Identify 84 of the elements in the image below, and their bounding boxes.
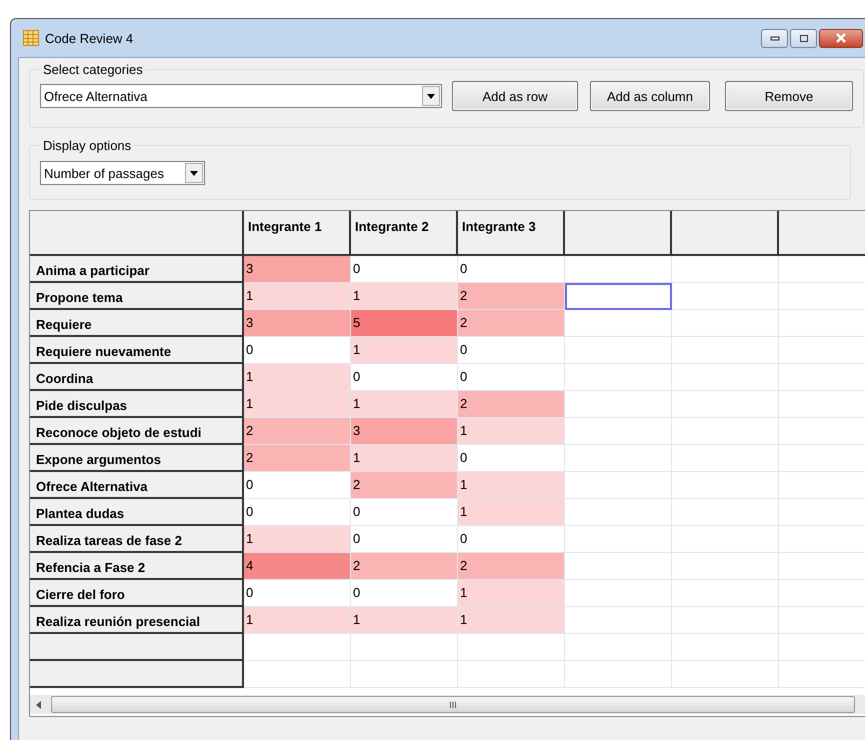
row-header[interactable]: Requiere [30,310,244,337]
close-button[interactable] [819,28,863,48]
table-cell: 0 [458,526,565,553]
table-cell: 1 [351,391,458,418]
maximize-icon [798,34,808,42]
row-header[interactable]: Ofrece Alternativa [30,472,244,499]
column-header[interactable] [672,211,779,256]
table-cell: 0 [244,499,351,526]
table-cell: 0 [351,526,458,553]
display-dropdown[interactable]: Number of passages [40,161,205,185]
table-cell: 0 [244,337,351,364]
dropdown-arrow-icon [190,170,198,176]
table-cell: 0 [244,472,351,499]
close-icon [835,33,847,43]
table-cell: 0 [458,445,565,472]
group-label: Display options [42,138,132,153]
table-cell: 2 [458,553,565,580]
table-cell: 2 [244,445,351,472]
table-cell: 1 [244,283,351,310]
table-cell: 0 [351,499,458,526]
row-header[interactable]: Realiza reunión presencial [30,607,244,634]
column-header[interactable]: Integrante 2 [351,211,458,256]
table-cell: 1 [458,499,565,526]
row-header[interactable]: Realiza tareas de fase 2 [30,526,244,553]
table-cell: 3 [351,418,458,445]
group-label: Select categories [42,62,144,77]
minimize-button[interactable] [761,28,788,48]
table-cell: 1 [458,607,565,634]
horizontal-scrollbar[interactable]: III [30,695,865,714]
table-cell: 1 [244,607,351,634]
table-cell: 1 [244,526,351,553]
maximize-button[interactable] [790,28,817,48]
table-cell: 3 [244,310,351,337]
table-cell: 1 [351,283,458,310]
table-cell: 2 [458,310,565,337]
table-cell: 1 [458,472,565,499]
row-header[interactable]: Requiere nuevamente [30,337,244,364]
table-cell: 0 [351,256,458,283]
table-cell: 0 [458,256,565,283]
table-cell: 2 [351,472,458,499]
table-cell: 0 [244,580,351,607]
action-button[interactable]: Add as column [590,81,710,111]
row-header[interactable]: Anima a participar [30,256,244,283]
table-cell: 1 [351,337,458,364]
window-title: Code Review 4 [45,30,134,46]
table-cell: 5 [351,310,458,337]
table-cell: 2 [458,391,565,418]
category-dropdown[interactable]: Ofrece Alternativa [40,84,442,108]
table-cell: 1 [351,445,458,472]
action-button[interactable]: Add as row [452,81,578,111]
row-header[interactable]: Propone tema [30,283,244,310]
row-header[interactable] [30,634,244,661]
table-cell: 0 [458,337,565,364]
table-cell: 1 [458,418,565,445]
table-cell: 1 [351,607,458,634]
dropdown-arrow-icon [427,94,435,98]
row-header[interactable]: Plantea dudas [30,499,244,526]
table-cell: 2 [458,283,565,310]
table-cell: 1 [458,580,565,607]
row-header[interactable]: Cierre del foro [30,580,244,607]
row-header[interactable] [30,661,244,688]
column-header[interactable]: Integrante 3 [458,211,565,256]
column-header[interactable] [779,211,865,256]
table-cell: 2 [244,418,351,445]
table-cell: 1 [244,391,351,418]
table-cell: 0 [458,364,565,391]
table-cell: 2 [351,553,458,580]
table-icon [23,30,39,46]
row-header[interactable]: Coordina [30,364,244,391]
table-cell: 0 [351,580,458,607]
table-cell: 4 [244,553,351,580]
scrollbar-grip: III [449,700,457,710]
table-cell: 3 [244,256,351,283]
action-button[interactable]: Remove [725,81,853,111]
table-cell: 1 [244,364,351,391]
row-header[interactable]: Pide disculpas [30,391,244,418]
row-header[interactable]: Reconoce objeto de estudi [30,418,244,445]
column-header[interactable] [565,211,672,256]
table-cell: 0 [351,364,458,391]
column-header[interactable]: Integrante 1 [244,211,351,256]
scroll-left-icon [36,700,41,708]
minimize-icon [770,35,780,41]
row-header[interactable]: Expone argumentos [30,445,244,472]
row-header[interactable]: Refencia a Fase 2 [30,553,244,580]
